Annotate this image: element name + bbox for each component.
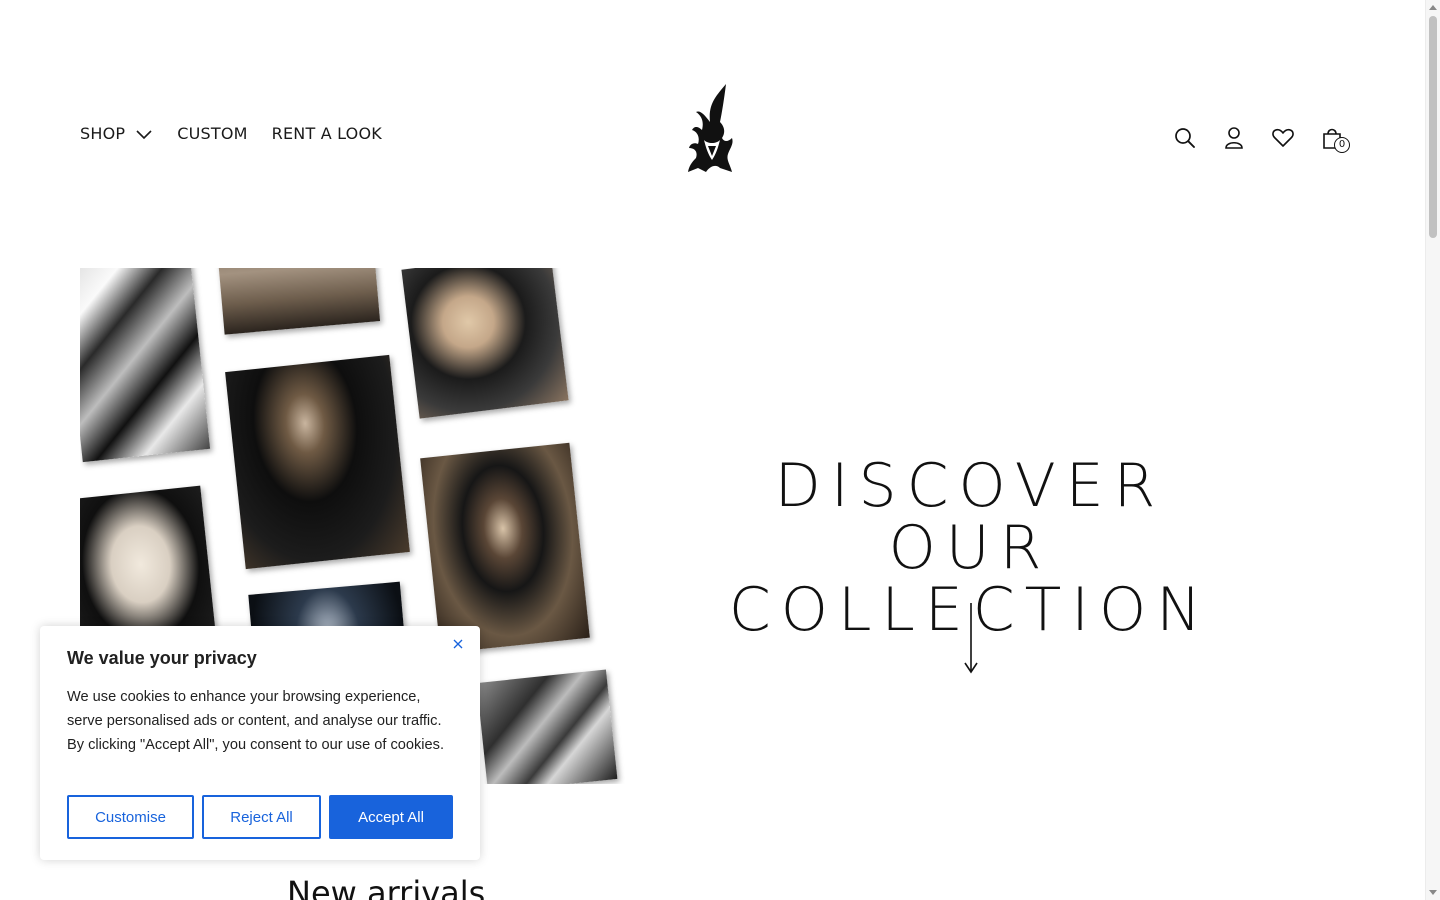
cookie-banner-title: We value your privacy <box>67 648 257 668</box>
wishlist-heart-icon <box>1272 128 1294 147</box>
main-nav: SHOP CUSTOM RENT A LOOK <box>80 124 382 143</box>
arrow-down-icon[interactable] <box>962 602 980 674</box>
close-icon[interactable] <box>450 636 466 652</box>
collage-photo-showroom-models <box>401 268 569 419</box>
scroll-up-arrow-icon[interactable] <box>1429 5 1437 10</box>
nav-custom[interactable]: CUSTOM <box>177 124 247 143</box>
nav-shop-label: SHOP <box>80 124 126 143</box>
nav-rent-a-look[interactable]: RENT A LOOK <box>272 124 382 143</box>
nav-custom-label: CUSTOM <box>177 124 248 143</box>
page-scrollbar[interactable] <box>1425 0 1440 900</box>
accept-all-button[interactable]: Accept All <box>329 795 453 839</box>
scrollbar-thumb[interactable] <box>1429 16 1437 238</box>
collage-photo-labels <box>476 669 618 784</box>
cookie-consent-banner: We value your privacy We use cookies to … <box>40 626 480 860</box>
collage-photo-runway-masked-model <box>420 442 590 654</box>
account-icon <box>1225 127 1243 149</box>
cart-count-badge: 0 <box>1334 137 1350 153</box>
nav-rent-a-look-label: RENT A LOOK <box>271 124 382 143</box>
collage-photo-mannequins <box>215 268 381 335</box>
nav-shop[interactable]: SHOP <box>80 124 153 143</box>
customise-button[interactable]: Customise <box>67 795 194 839</box>
collage-photo-clothing-rack <box>80 268 211 463</box>
account-button[interactable] <box>1221 124 1247 152</box>
cookie-banner-actions: Customise Reject All Accept All <box>67 795 453 839</box>
new-arrivals-heading: New arrivals <box>287 874 486 900</box>
wishlist-button[interactable] <box>1270 124 1296 152</box>
hero-title-line1: DISCOVER <box>774 451 1166 521</box>
scroll-down-arrow-icon[interactable] <box>1429 890 1437 895</box>
cookie-banner-text: We use cookies to enhance your browsing … <box>67 689 445 753</box>
header-actions: 0 <box>1172 124 1350 153</box>
reject-all-button[interactable]: Reject All <box>202 795 321 839</box>
search-icon <box>1175 128 1195 148</box>
brand-logo[interactable] <box>686 82 736 174</box>
search-button[interactable] <box>1172 124 1198 152</box>
chevron-down-icon <box>136 129 152 139</box>
collage-photo-runway-black-dress <box>225 354 410 570</box>
cart-button[interactable]: 0 <box>1319 124 1350 153</box>
